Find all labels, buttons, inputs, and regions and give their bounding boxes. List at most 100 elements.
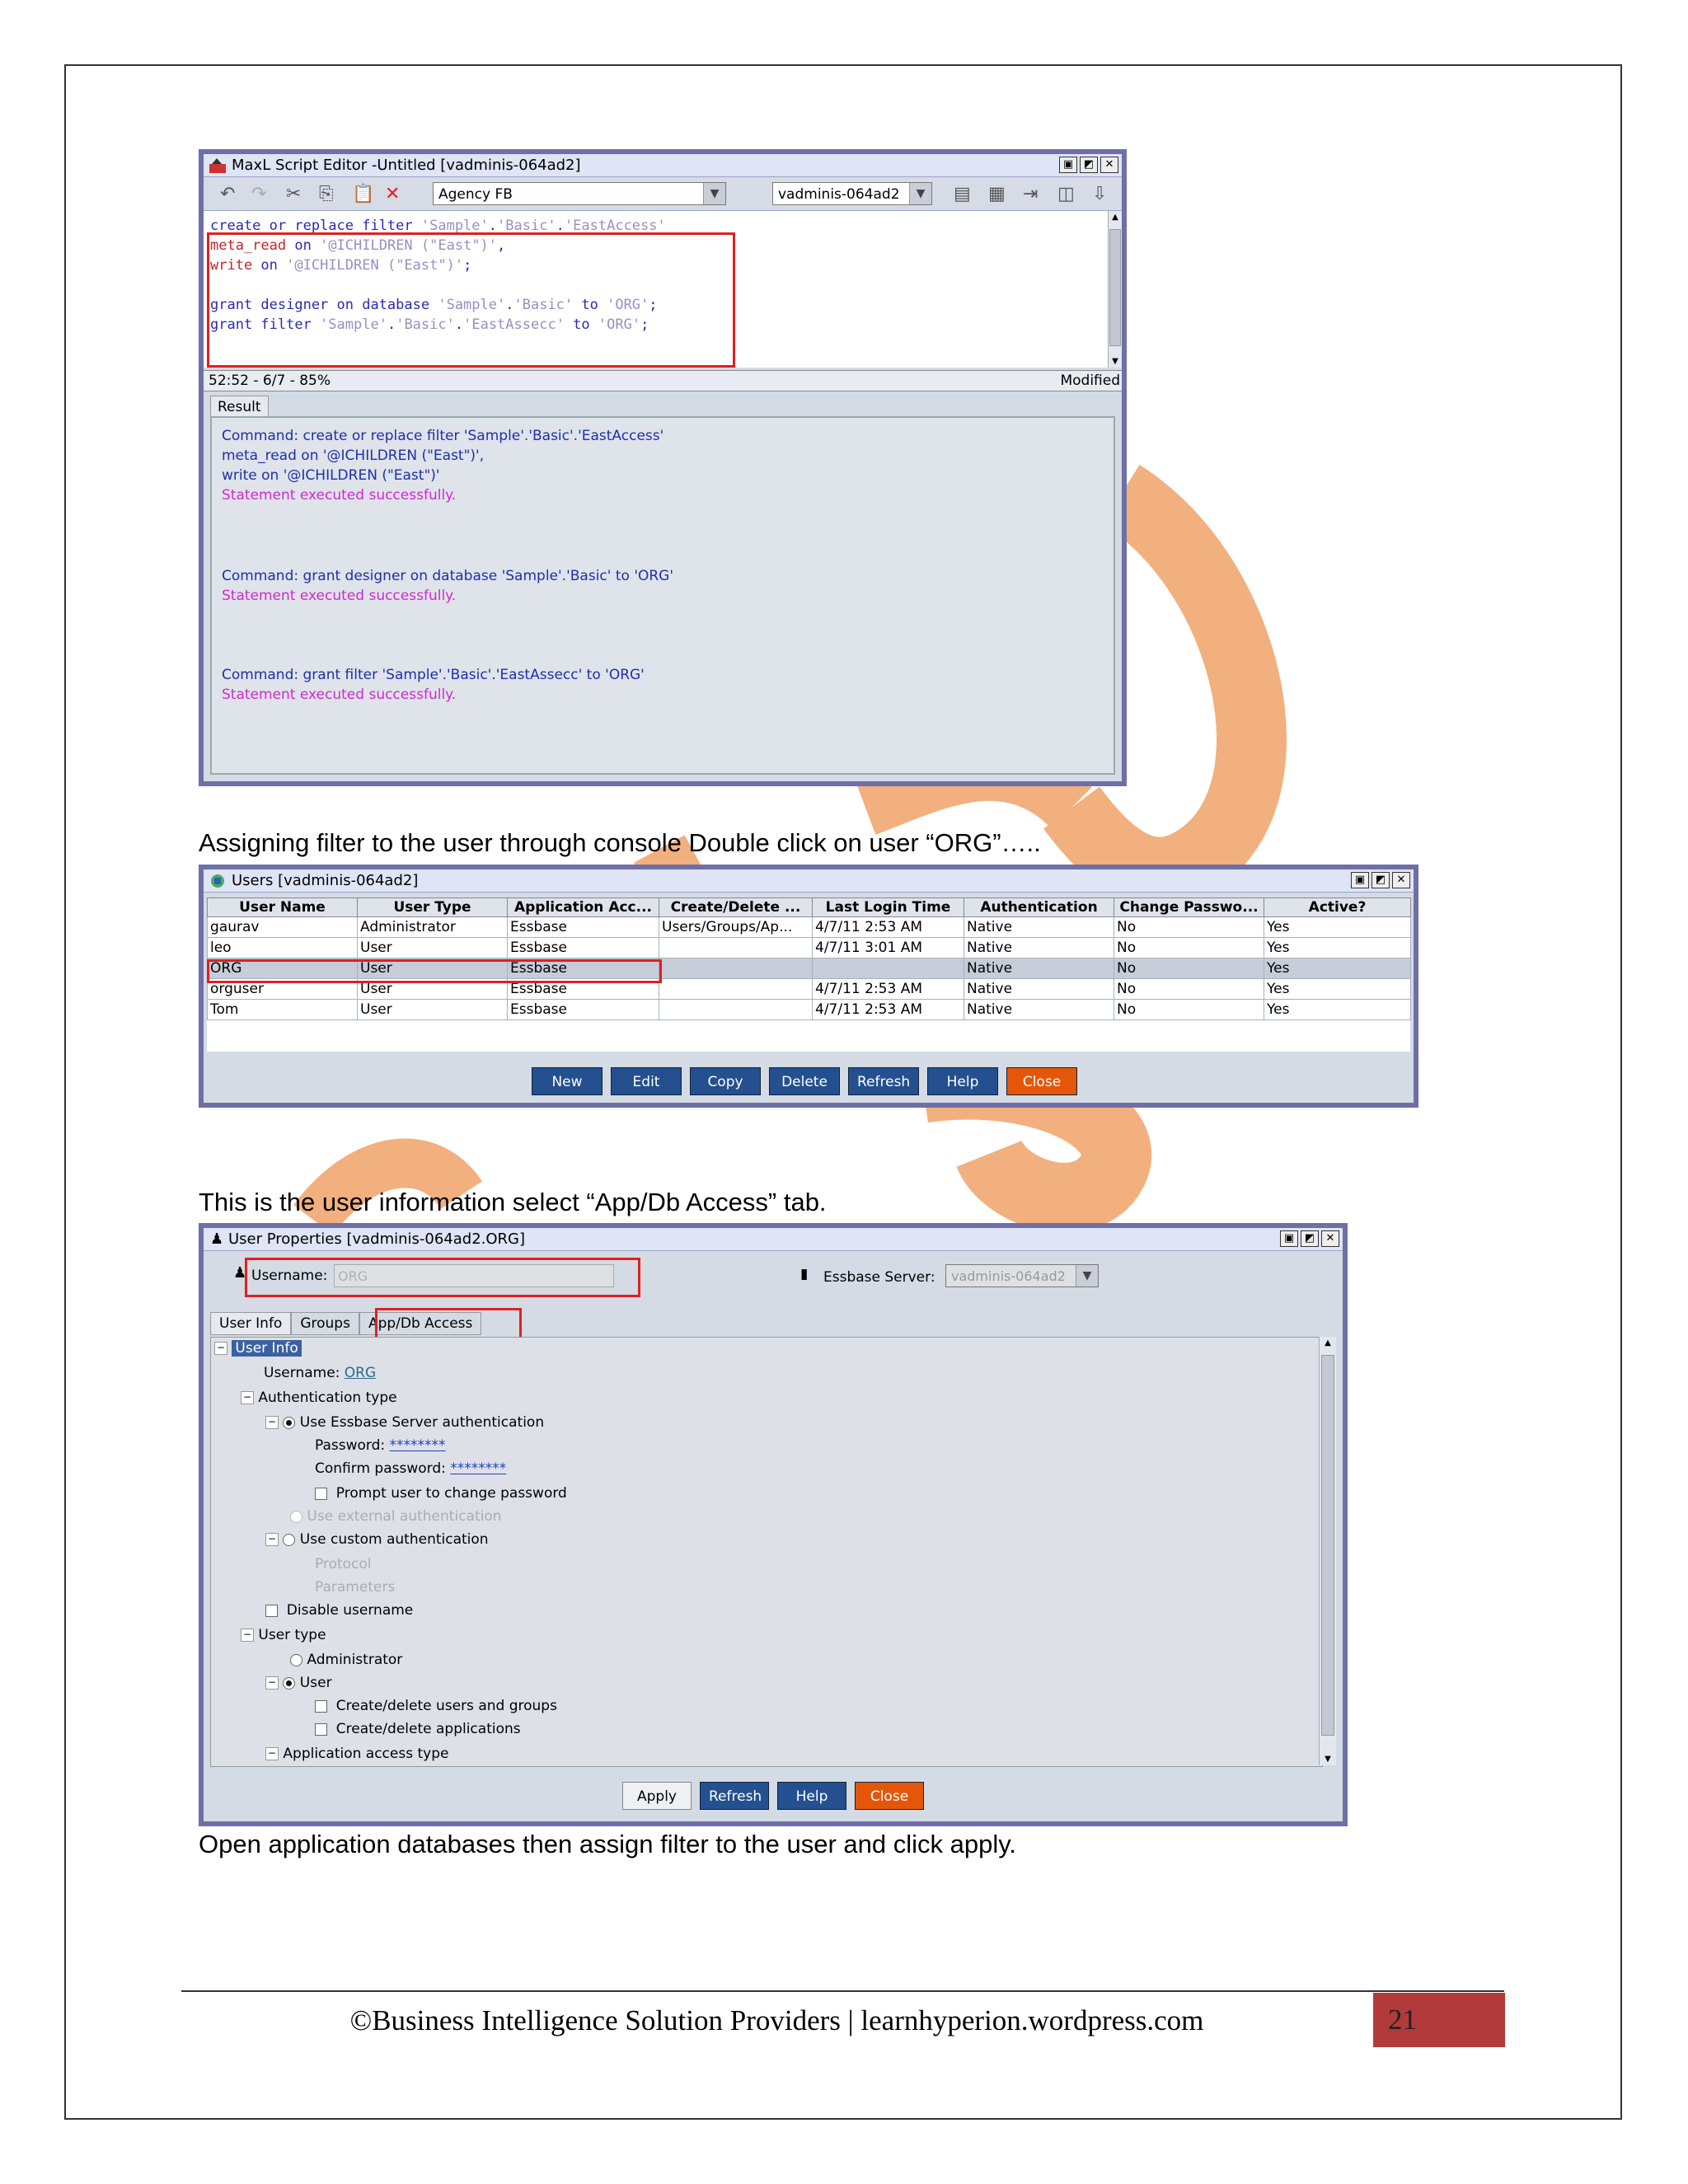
tree-confirm-password[interactable]: Confirm password: ******** bbox=[315, 1460, 506, 1478]
apply-button[interactable]: Apply bbox=[622, 1782, 692, 1810]
close-icon[interactable]: ✕ bbox=[1392, 872, 1410, 888]
checkbox-prompt[interactable] bbox=[315, 1487, 327, 1500]
users-title-bar[interactable]: Users [vadminis-064ad2] ▣ ◩ ✕ bbox=[204, 869, 1414, 893]
column-header[interactable]: Application Acc... bbox=[507, 898, 659, 917]
tree-user[interactable]: − User bbox=[265, 1674, 332, 1692]
column-header[interactable]: Authentication bbox=[964, 898, 1114, 917]
tree-app-access[interactable]: − Application access type bbox=[265, 1745, 448, 1763]
maximize-icon[interactable]: ◩ bbox=[1301, 1230, 1319, 1247]
table-row[interactable]: Tom User Essbase 4/7/11 2:53 AM Native No Yes bbox=[207, 999, 1411, 1020]
scroll-thumb[interactable] bbox=[1109, 229, 1121, 346]
maximize-icon[interactable]: ◩ bbox=[1372, 872, 1390, 888]
help-button[interactable]: Help bbox=[927, 1067, 998, 1095]
props-title-bar[interactable]: ♟ User Properties [vadminis-064ad2.ORG] … bbox=[204, 1228, 1343, 1251]
execute-icon[interactable]: ⇥ bbox=[1023, 185, 1038, 204]
collapse-icon[interactable]: − bbox=[214, 1342, 227, 1355]
tree-prompt-change[interactable]: Prompt user to change password bbox=[315, 1484, 567, 1502]
collapse-icon[interactable]: − bbox=[265, 1416, 279, 1429]
refresh-button[interactable]: Refresh bbox=[700, 1782, 769, 1810]
close-icon[interactable]: ✕ bbox=[1100, 157, 1118, 173]
collapse-icon[interactable]: − bbox=[265, 1676, 279, 1690]
column-header[interactable]: Active? bbox=[1264, 898, 1411, 917]
server-select[interactable]: vadminis-064ad2 ▼ bbox=[945, 1264, 1099, 1287]
column-header[interactable]: Last Login Time bbox=[812, 898, 964, 917]
result-success: Statement executed successfully. bbox=[222, 687, 457, 703]
scroll-thumb[interactable] bbox=[1321, 1355, 1334, 1736]
tree-scrollbar[interactable]: ▲ ▼ bbox=[1319, 1337, 1336, 1765]
cut-icon[interactable]: ✂ bbox=[286, 185, 301, 204]
column-header[interactable]: Create/Delete ... bbox=[659, 898, 813, 917]
tree-password[interactable]: Password: ******** bbox=[315, 1436, 446, 1455]
tree-user-type[interactable]: − User type bbox=[241, 1626, 326, 1644]
tree-username[interactable]: Username: ORG bbox=[264, 1364, 376, 1382]
grid-icon[interactable]: ▦ bbox=[988, 185, 1006, 204]
export-icon[interactable]: ⇩ bbox=[1092, 185, 1107, 204]
radio-user[interactable] bbox=[283, 1676, 296, 1690]
tree-auth-type[interactable]: − Authentication type bbox=[241, 1389, 397, 1407]
refresh-button[interactable]: Refresh bbox=[848, 1067, 919, 1095]
tab-groups[interactable]: Groups bbox=[291, 1312, 359, 1335]
scroll-up-icon[interactable]: ▲ bbox=[1320, 1338, 1336, 1347]
tree-parameters[interactable]: Parameters bbox=[315, 1578, 395, 1596]
radio-admin[interactable] bbox=[290, 1653, 302, 1666]
close-button[interactable]: Close bbox=[1006, 1067, 1077, 1095]
redo-icon[interactable]: ↷ bbox=[251, 185, 266, 204]
collapse-icon[interactable]: − bbox=[241, 1391, 254, 1404]
close-icon[interactable]: ✕ bbox=[1321, 1230, 1339, 1247]
column-header[interactable]: User Type bbox=[357, 898, 508, 917]
app-combo[interactable]: Agency FB ▼ bbox=[433, 182, 726, 205]
tree-use-custom[interactable]: − Use custom authentication bbox=[265, 1530, 489, 1549]
result-success: Statement executed successfully. bbox=[222, 487, 457, 504]
scroll-up-icon[interactable]: ▲ bbox=[1109, 213, 1122, 222]
tree-create-apps[interactable]: Create/delete applications bbox=[315, 1720, 521, 1738]
restore-icon[interactable]: ▣ bbox=[1351, 872, 1369, 888]
copy-button[interactable]: Copy bbox=[690, 1067, 761, 1095]
outline-icon[interactable]: ▤ bbox=[954, 185, 971, 204]
server-combo[interactable]: vadminis-064ad2 ▼ bbox=[772, 182, 932, 205]
close-button[interactable]: Close bbox=[855, 1782, 924, 1810]
copy-icon[interactable]: ⎘ bbox=[319, 185, 334, 204]
modified-status: Modified bbox=[1060, 373, 1120, 389]
checkbox-disable[interactable] bbox=[265, 1604, 278, 1617]
delete-button[interactable]: Delete bbox=[769, 1067, 840, 1095]
tree-protocol[interactable]: Protocol bbox=[315, 1555, 372, 1573]
table-row[interactable]: gaurav Administrator Essbase Users/Groups/A… bbox=[207, 916, 1411, 938]
tab-result[interactable]: Result bbox=[210, 396, 269, 417]
tree-administrator[interactable]: Administrator bbox=[290, 1651, 402, 1669]
delete-icon[interactable]: ✕ bbox=[385, 185, 400, 204]
tree-disable-username[interactable]: Disable username bbox=[265, 1601, 413, 1619]
collapse-icon[interactable]: − bbox=[265, 1747, 279, 1760]
paste-icon[interactable]: 📋 bbox=[352, 185, 374, 204]
restore-icon[interactable]: ▣ bbox=[1059, 157, 1077, 173]
help-button[interactable]: Help bbox=[777, 1782, 846, 1810]
tree-use-essbase[interactable]: − Use Essbase Server authentication bbox=[265, 1413, 544, 1432]
tab-user-info[interactable]: User Info bbox=[210, 1312, 292, 1335]
chevron-down-icon[interactable]: ▼ bbox=[1076, 1265, 1098, 1286]
footer-rule bbox=[181, 1990, 1504, 1992]
radio-essbase[interactable] bbox=[283, 1416, 296, 1429]
chevron-down-icon[interactable]: ▼ bbox=[703, 183, 725, 204]
maxl-title-bar[interactable]: MaxL Script Editor -Untitled [vadminis-0… bbox=[204, 154, 1122, 177]
restore-icon[interactable]: ▣ bbox=[1280, 1230, 1298, 1247]
scroll-down-icon[interactable]: ▼ bbox=[1320, 1755, 1336, 1764]
checkbox-create-users[interactable] bbox=[315, 1699, 327, 1713]
maximize-icon[interactable]: ◩ bbox=[1080, 157, 1098, 173]
collapse-icon[interactable]: − bbox=[265, 1533, 279, 1546]
column-header[interactable]: User Name bbox=[207, 898, 358, 917]
tree-use-external[interactable]: Use external authentication bbox=[290, 1507, 502, 1526]
editor-scrollbar[interactable]: ▲ ▼ bbox=[1108, 211, 1122, 368]
radio-external[interactable] bbox=[290, 1510, 302, 1523]
new-button[interactable]: New bbox=[532, 1067, 603, 1095]
edit-button[interactable]: Edit bbox=[611, 1067, 682, 1095]
table-row[interactable]: leo User Essbase 4/7/11 3:01 AM Native No Yes bbox=[207, 937, 1411, 958]
collapse-icon[interactable]: − bbox=[241, 1629, 254, 1642]
column-header[interactable]: Change Passwo... bbox=[1114, 898, 1264, 917]
radio-custom[interactable] bbox=[283, 1533, 296, 1546]
chevron-down-icon[interactable]: ▼ bbox=[909, 183, 931, 204]
checkbox-create-apps[interactable] bbox=[315, 1722, 327, 1736]
tree-root-user-info[interactable]: − User Info bbox=[214, 1339, 302, 1357]
tree-create-users[interactable]: Create/delete users and groups bbox=[315, 1697, 557, 1715]
undo-icon[interactable]: ↶ bbox=[220, 185, 235, 204]
scroll-down-icon[interactable]: ▼ bbox=[1109, 357, 1122, 366]
split-icon[interactable]: ◫ bbox=[1057, 185, 1075, 204]
